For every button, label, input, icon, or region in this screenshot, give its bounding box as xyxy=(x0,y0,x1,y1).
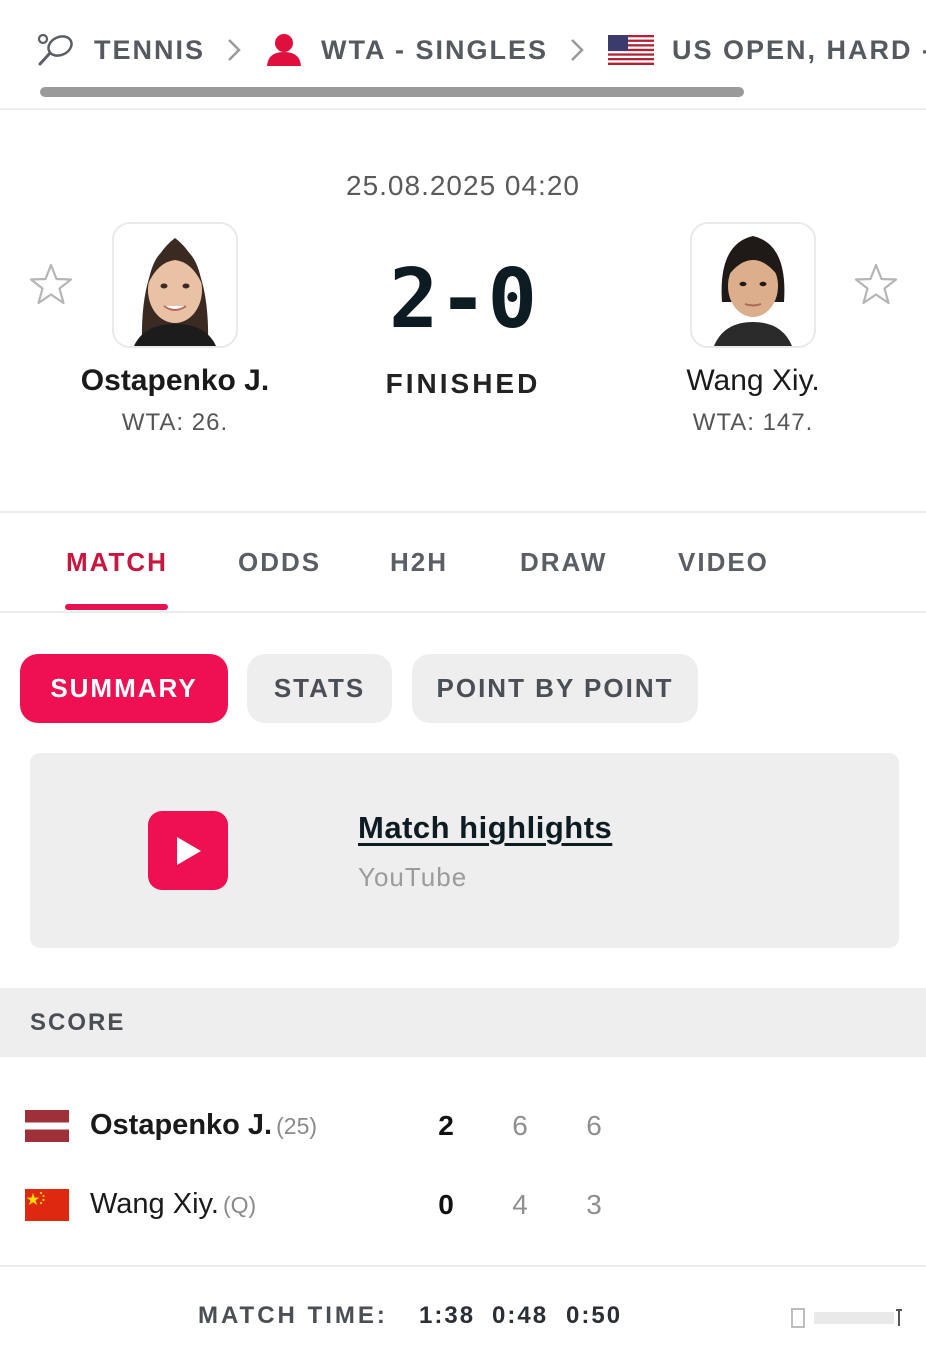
match-time-total: 1:38 xyxy=(419,1302,476,1329)
score-home-seed: (25) xyxy=(276,1113,318,1139)
score-header-label: SCORE xyxy=(30,1009,126,1036)
score-divider xyxy=(0,1265,926,1267)
score-away-seed: (Q) xyxy=(222,1192,257,1218)
score-away-name: Wang Xiy. xyxy=(90,1188,219,1220)
tab-odds[interactable]: ODDS xyxy=(238,547,321,578)
latvia-flag-icon xyxy=(25,1110,69,1142)
breadcrumb-category-label: WTA - SINGLES xyxy=(321,34,548,65)
breadcrumb-sport[interactable]: TENNIS xyxy=(36,32,205,68)
score-away-set-2: 3 xyxy=(586,1189,602,1220)
match-datetime: 25.08.2025 04:20 xyxy=(346,170,580,201)
watermark-logo xyxy=(790,1306,906,1330)
score-section-header: SCORE xyxy=(0,988,926,1057)
player-icon xyxy=(265,32,303,68)
highlights-source: YouTube xyxy=(358,862,468,892)
tab-h2h[interactable]: H2H xyxy=(390,547,448,578)
section-divider xyxy=(0,511,926,513)
match-time-set-2: 0:50 xyxy=(566,1302,623,1329)
breadcrumb-tournament-label: US OPEN, HARD - xyxy=(672,34,926,65)
subtab-summary[interactable]: SUMMARY xyxy=(20,654,228,723)
highlights-link[interactable]: Match highlights xyxy=(358,810,612,846)
home-player-name[interactable]: Ostapenko J. xyxy=(25,364,325,398)
favorite-home-star-icon[interactable] xyxy=(28,262,74,308)
usa-flag-icon xyxy=(608,35,654,65)
play-icon[interactable] xyxy=(148,811,228,890)
score-away-total: 0 xyxy=(438,1189,454,1220)
away-player-photo[interactable] xyxy=(690,222,816,348)
breadcrumb-sport-label: TENNIS xyxy=(94,34,206,65)
breadcrumb-category[interactable]: WTA - SINGLES xyxy=(265,32,548,68)
horizontal-scrollbar[interactable] xyxy=(40,87,744,97)
chevron-right-icon xyxy=(227,38,241,62)
score-home-set-1: 6 xyxy=(512,1110,528,1141)
score-home-set-2: 6 xyxy=(586,1110,602,1141)
score-home-total: 2 xyxy=(438,1110,454,1141)
match-time-label: MATCH TIME: xyxy=(198,1302,388,1329)
breadcrumb: TENNIS WTA - SINGLES US OPEN, HARD - xyxy=(0,0,926,110)
favorite-away-star-icon[interactable] xyxy=(853,262,899,308)
tab-video[interactable]: VIDEO xyxy=(678,547,769,578)
subtab-stats[interactable]: STATS xyxy=(247,654,392,723)
score-away-set-1: 4 xyxy=(512,1189,528,1220)
away-player-ranking: WTA: 147. xyxy=(692,409,814,436)
score-row-away[interactable]: Wang Xiy. (Q) xyxy=(90,1188,256,1221)
home-player-photo[interactable] xyxy=(112,222,238,348)
score-row-home[interactable]: Ostapenko J. (25) xyxy=(90,1109,317,1142)
tab-draw[interactable]: DRAW xyxy=(520,547,607,578)
breadcrumb-tournament[interactable]: US OPEN, HARD - xyxy=(608,35,926,66)
tennis-racket-icon xyxy=(36,32,76,68)
home-player-ranking: WTA: 26. xyxy=(121,409,229,436)
match-score: 2-0 xyxy=(388,252,538,347)
score-home-name: Ostapenko J. xyxy=(90,1109,273,1141)
chevron-right-icon xyxy=(570,38,584,62)
china-flag-icon xyxy=(25,1189,69,1221)
match-status: FINISHED xyxy=(385,368,541,399)
tabs-divider xyxy=(0,611,926,613)
active-tab-indicator xyxy=(65,604,168,610)
subtab-point-by-point[interactable]: POINT BY POINT xyxy=(412,654,698,723)
match-time-set-1: 0:48 xyxy=(492,1302,549,1329)
tab-match[interactable]: MATCH xyxy=(66,547,168,578)
away-player-name[interactable]: Wang Xiy. xyxy=(603,364,903,398)
